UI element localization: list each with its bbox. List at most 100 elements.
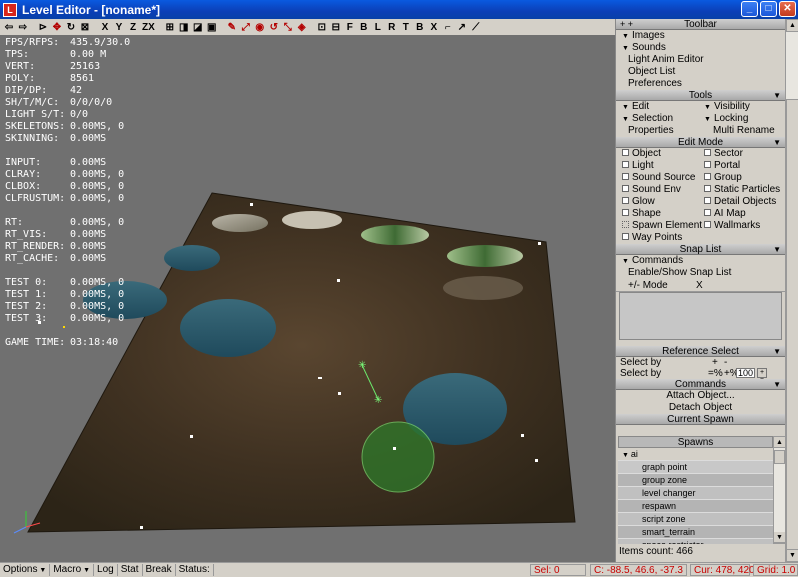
commands-header[interactable]: Commands ▼ (616, 379, 785, 390)
surface-snap-icon[interactable]: ◪ (191, 20, 205, 34)
snap-mode-column[interactable]: +/- Mode (628, 279, 688, 291)
scroll-down-icon[interactable]: ▼ (774, 532, 785, 543)
checkbox-icon[interactable] (704, 172, 711, 180)
edit-mode-option[interactable]: Shape (622, 208, 661, 220)
menu-preferences[interactable]: Preferences (616, 78, 785, 90)
view-top-button[interactable]: T (399, 20, 413, 34)
spawn-item[interactable]: group zone (618, 474, 773, 487)
edit-mode-option[interactable]: Spawn Element (622, 220, 702, 232)
view-right-button[interactable]: R (385, 20, 399, 34)
attach-object-button[interactable]: Attach Object... (616, 390, 785, 402)
camera-planar-icon[interactable]: ↗ (455, 20, 469, 34)
snap-normal-icon[interactable]: ⤢ (239, 20, 253, 34)
edit-mode-option[interactable]: Group (704, 172, 742, 184)
menu-multi-rename[interactable]: Multi Rename (713, 125, 775, 137)
select-by-plus[interactable]: + (712, 357, 718, 368)
scroll-thumb[interactable] (774, 450, 785, 464)
move-left-arrow-icon[interactable]: ⇦ (2, 20, 16, 34)
edit-mode-option[interactable]: Static Particles (704, 184, 780, 196)
menu-light-anim-editor[interactable]: Light Anim Editor (616, 54, 785, 66)
rotate-icon[interactable]: ↻ (64, 20, 78, 34)
collapse-icon[interactable]: ▼ (773, 137, 781, 148)
snap-move-icon[interactable]: ⤡ (281, 20, 295, 34)
view-reset-button[interactable]: X (427, 20, 441, 34)
log-button[interactable]: Log (94, 563, 118, 576)
move-icon[interactable]: ✥ (50, 20, 64, 34)
move-right-arrow-icon[interactable]: ⇨ (16, 20, 30, 34)
snap-list-header[interactable]: Snap List ▼ (616, 244, 785, 255)
break-button[interactable]: Break (143, 563, 176, 576)
edit-mode-option[interactable]: Detail Objects (704, 196, 776, 208)
snap-clear-column[interactable]: X (696, 279, 703, 291)
checkbox-icon[interactable] (622, 148, 629, 156)
menu-object-list[interactable]: Object List (616, 66, 785, 78)
spawn-item[interactable]: smart_terrain (618, 526, 773, 539)
panel-pin-icon[interactable]: + + (620, 19, 633, 30)
maximize-button[interactable]: □ (760, 1, 777, 17)
axis-zx-button[interactable]: ZX (140, 20, 157, 34)
zoom-selection-icon[interactable]: ⊟ (329, 20, 343, 34)
checkbox-icon[interactable] (622, 172, 629, 180)
object-snap-icon[interactable]: ◨ (177, 20, 191, 34)
edit-mode-option[interactable]: Sound Env (622, 184, 681, 196)
collapse-icon[interactable]: ▼ (773, 346, 781, 357)
snap-center-icon[interactable]: ◉ (253, 20, 267, 34)
snap-magnet-icon[interactable]: ✎ (225, 20, 239, 34)
scroll-thumb[interactable] (786, 99, 798, 559)
zoom-extents-icon[interactable]: ⊡ (315, 20, 329, 34)
axis-z-button[interactable]: Z (126, 20, 140, 34)
enable-show-snap-list-button[interactable]: Enable/Show Snap List (616, 267, 785, 279)
spawn-item[interactable]: space restrictor (618, 539, 773, 544)
axis-y-button[interactable]: Y (112, 20, 126, 34)
stat-button[interactable]: Stat (118, 563, 143, 576)
spawn-folder-ai[interactable]: ▼ ai (618, 448, 773, 461)
checkbox-icon[interactable] (622, 220, 629, 228)
snap-scale-icon[interactable]: ◈ (295, 20, 309, 34)
expand-arrow-icon[interactable]: ▼ (622, 452, 631, 459)
scale-icon[interactable]: ⊠ (78, 20, 92, 34)
edit-mode-option[interactable]: Light (622, 160, 654, 172)
options-menu[interactable]: Options (0, 563, 51, 576)
macro-menu[interactable]: Macro (50, 563, 95, 576)
spawn-item[interactable]: graph point (618, 461, 773, 474)
camera-arcball-icon[interactable]: ⟋ (469, 20, 483, 34)
edit-mode-option[interactable]: Object (622, 148, 661, 160)
reference-select-header[interactable]: Reference Select ▼ (616, 346, 785, 357)
camera-free-icon[interactable]: ⌐ (441, 20, 455, 34)
checkbox-icon[interactable] (704, 208, 711, 216)
view-bottom-button[interactable]: B (413, 20, 427, 34)
menu-properties[interactable]: Properties (628, 125, 674, 137)
grid-snap-icon[interactable]: ⊞ (163, 20, 177, 34)
checkbox-icon[interactable] (622, 184, 629, 192)
panel-scrollbar[interactable]: ▲ ▼ (785, 19, 798, 562)
vertex-snap-icon[interactable]: ▣ (205, 20, 219, 34)
checkbox-icon[interactable] (622, 232, 629, 240)
edit-mode-option[interactable]: AI Map (704, 208, 746, 220)
minimize-button[interactable]: _ (741, 1, 758, 17)
menu-images[interactable]: Images (616, 30, 785, 42)
view-left-button[interactable]: L (371, 20, 385, 34)
menu-commands[interactable]: Commands (616, 255, 785, 267)
view-front-button[interactable]: F (343, 20, 357, 34)
spawn-item[interactable]: script zone (618, 513, 773, 526)
scroll-up-icon[interactable]: ▲ (774, 437, 785, 448)
view-back-button[interactable]: B (357, 20, 371, 34)
spawns-tree[interactable]: ▼ ai graph point group zone level changer re… (618, 448, 773, 544)
checkbox-icon[interactable] (704, 196, 711, 204)
checkbox-icon[interactable] (704, 160, 711, 168)
edit-mode-option[interactable]: Sector (704, 148, 743, 160)
edit-mode-option[interactable]: Portal (704, 160, 740, 172)
collapse-icon[interactable]: ▼ (773, 90, 781, 101)
collapse-icon[interactable]: ▼ (773, 244, 781, 255)
select-by-equal-pct[interactable]: =% (708, 368, 723, 379)
detach-object-button[interactable]: Detach Object (616, 402, 785, 414)
checkbox-icon[interactable] (622, 160, 629, 168)
select-by-spinner[interactable]: + ▾ (757, 368, 767, 384)
checkbox-icon[interactable] (622, 196, 629, 204)
edit-mode-option[interactable]: Sound Source (622, 172, 695, 184)
3d-viewport[interactable]: ✳ ✳ FPS/RFPS: 435.9/30.0 TPS: 0.00 M VERT: 25… (0, 35, 615, 562)
snap-list-box[interactable] (619, 292, 782, 340)
spawn-item[interactable]: respawn (618, 500, 773, 513)
edit-mode-header[interactable]: Edit Mode ▼ (616, 137, 785, 148)
close-button[interactable]: ✕ (779, 1, 796, 17)
